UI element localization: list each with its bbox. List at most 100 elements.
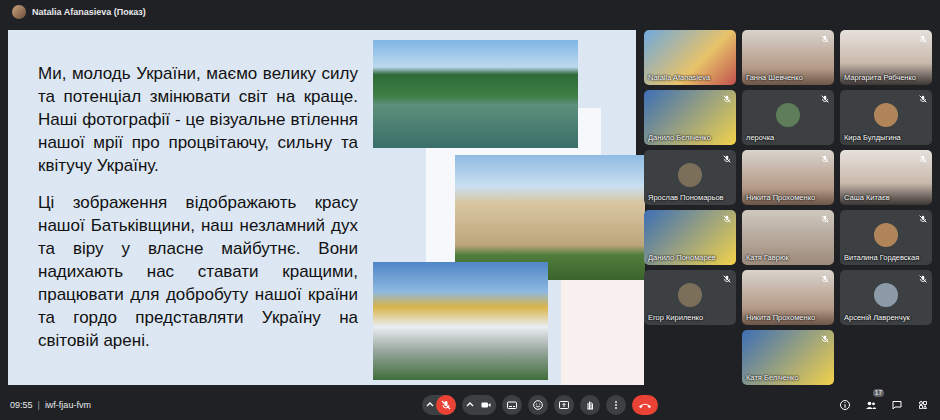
- participant-tile[interactable]: Никита Прохоменко: [742, 270, 834, 325]
- chat-button[interactable]: [890, 398, 904, 412]
- participant-tile[interactable]: Ярослав Пономарьов: [644, 150, 736, 205]
- side-controls: 17: [810, 398, 930, 412]
- call-controls: [270, 395, 810, 415]
- participant-count-badge: 17: [873, 389, 884, 397]
- participant-name: Кира Булдыгина: [844, 133, 929, 142]
- participant-name: Виталина Гордевская: [844, 253, 929, 262]
- participant-avatar-icon: [874, 103, 898, 127]
- participant-name: Никита Прохоменко: [746, 193, 831, 202]
- captions-button[interactable]: [502, 395, 522, 415]
- mic-off-icon: [722, 274, 732, 284]
- participant-name: Арсеній Лавренчук: [844, 313, 929, 322]
- lake-photo: [373, 40, 578, 148]
- mic-off-icon: [918, 214, 928, 224]
- info-icon: [839, 399, 851, 411]
- participant-tile[interactable]: Виталина Гордевская: [840, 210, 932, 265]
- participant-name: Ярослав Пономарьов: [648, 193, 733, 202]
- emoji-button[interactable]: [528, 395, 548, 415]
- participant-name: Саша Китаєв: [844, 193, 929, 202]
- mic-off-icon: [820, 34, 830, 44]
- separator: |: [38, 400, 40, 410]
- participant-grid: Natalia Afanasieva Ганна Шевченко Маргар…: [644, 30, 932, 390]
- participant-tile[interactable]: Егор Кириленко: [644, 270, 736, 325]
- phone-icon: [638, 401, 652, 410]
- mic-off-icon: [722, 94, 732, 104]
- participant-name: Данило Бєліченко: [648, 133, 733, 142]
- mic-off-icon: [918, 274, 928, 284]
- participant-name: Катя Беліченко: [746, 373, 831, 382]
- caret-icon[interactable]: [425, 400, 435, 410]
- presenter-name: Natalia Afanasieva (Показ): [32, 7, 146, 17]
- participant-tile[interactable]: Ганна Шевченко: [742, 30, 834, 85]
- participant-name: Егор Кириленко: [648, 313, 733, 322]
- more-button[interactable]: [606, 395, 626, 415]
- meet-window: Natalia Afanasieva (Показ) Ми, молодь Ук…: [0, 0, 940, 420]
- mic-off-icon: [918, 34, 928, 44]
- participant-avatar-icon: [776, 103, 800, 127]
- activities-button[interactable]: [916, 398, 930, 412]
- participant-tile[interactable]: Катя Беліченко: [742, 330, 834, 385]
- decor-panel: [561, 278, 644, 385]
- raise-hand-icon: [584, 399, 596, 411]
- activities-icon: [917, 399, 929, 411]
- mic-control[interactable]: [422, 395, 456, 415]
- participant-avatar-icon: [678, 283, 702, 307]
- participant-tile[interactable]: лерочка: [742, 90, 834, 145]
- participant-name: Маргарита Рябченко: [844, 73, 929, 82]
- control-bar: 09:55 | iwf-fjau-fvm 17: [0, 390, 940, 420]
- presentation-slide: Ми, молодь України, маємо велику силу та…: [8, 30, 636, 385]
- participant-name: Никита Прохоменко: [746, 313, 831, 322]
- mic-off-icon: [820, 94, 830, 104]
- mic-button[interactable]: [436, 395, 456, 415]
- presenter-bar: Natalia Afanasieva (Показ): [0, 0, 940, 24]
- participant-tile[interactable]: Кира Булдыгина: [840, 90, 932, 145]
- camera-control[interactable]: [462, 395, 496, 415]
- participant-tile[interactable]: Данило Бєліченко: [644, 90, 736, 145]
- slide-paragraph: Ці зображення відображають красу нашої Б…: [38, 191, 358, 352]
- present-button[interactable]: [554, 395, 574, 415]
- slide-paragraph: Ми, молодь України, маємо велику силу та…: [38, 62, 358, 177]
- photo-collage: [366, 30, 636, 385]
- participant-avatar-icon: [678, 163, 702, 187]
- monastery-photo: [373, 262, 548, 380]
- participant-tile[interactable]: Катя Гаврюк: [742, 210, 834, 265]
- participant-tile[interactable]: Данило Пономарев: [644, 210, 736, 265]
- participant-tile[interactable]: Арсеній Лавренчук: [840, 270, 932, 325]
- mic-off-icon: [918, 154, 928, 164]
- hangup-button[interactable]: [632, 395, 658, 415]
- slide-text: Ми, молодь України, маємо велику силу та…: [8, 30, 358, 385]
- caret-icon[interactable]: [465, 400, 475, 410]
- emoji-icon: [532, 399, 544, 411]
- mic-off-icon: [820, 334, 830, 344]
- camera-icon: [480, 399, 492, 411]
- mic-off-icon: [820, 274, 830, 284]
- mic-off-icon: [918, 94, 928, 104]
- present-icon: [558, 399, 570, 411]
- meeting-info: 09:55 | iwf-fjau-fvm: [10, 400, 210, 410]
- participant-tile[interactable]: Никита Прохоменко: [742, 150, 834, 205]
- participant-avatar-icon: [874, 283, 898, 307]
- more-icon: [610, 399, 622, 411]
- people-button[interactable]: 17: [864, 398, 878, 412]
- participant-name: Катя Гаврюк: [746, 253, 831, 262]
- participant-tile[interactable]: Natalia Afanasieva: [644, 30, 736, 85]
- main-area: Ми, молодь України, маємо велику силу та…: [0, 24, 940, 390]
- meeting-code: iwf-fjau-fvm: [45, 400, 91, 410]
- mic-off-icon: [440, 399, 452, 411]
- participant-tile[interactable]: Саша Китаєв: [840, 150, 932, 205]
- people-icon: [865, 399, 877, 411]
- presenter-avatar-icon: [12, 5, 26, 19]
- mic-off-icon: [722, 154, 732, 164]
- chat-icon: [891, 399, 903, 411]
- participant-avatar-icon: [874, 223, 898, 247]
- participant-name: Natalia Afanasieva: [648, 73, 733, 82]
- participant-name: Ганна Шевченко: [746, 73, 831, 82]
- participant-name: Данило Пономарев: [648, 253, 733, 262]
- mic-off-icon: [820, 154, 830, 164]
- hand-button[interactable]: [580, 395, 600, 415]
- participant-name: лерочка: [746, 133, 831, 142]
- mic-off-icon: [820, 214, 830, 224]
- info-button[interactable]: [838, 398, 852, 412]
- camera-button[interactable]: [476, 395, 496, 415]
- participant-tile[interactable]: Маргарита Рябченко: [840, 30, 932, 85]
